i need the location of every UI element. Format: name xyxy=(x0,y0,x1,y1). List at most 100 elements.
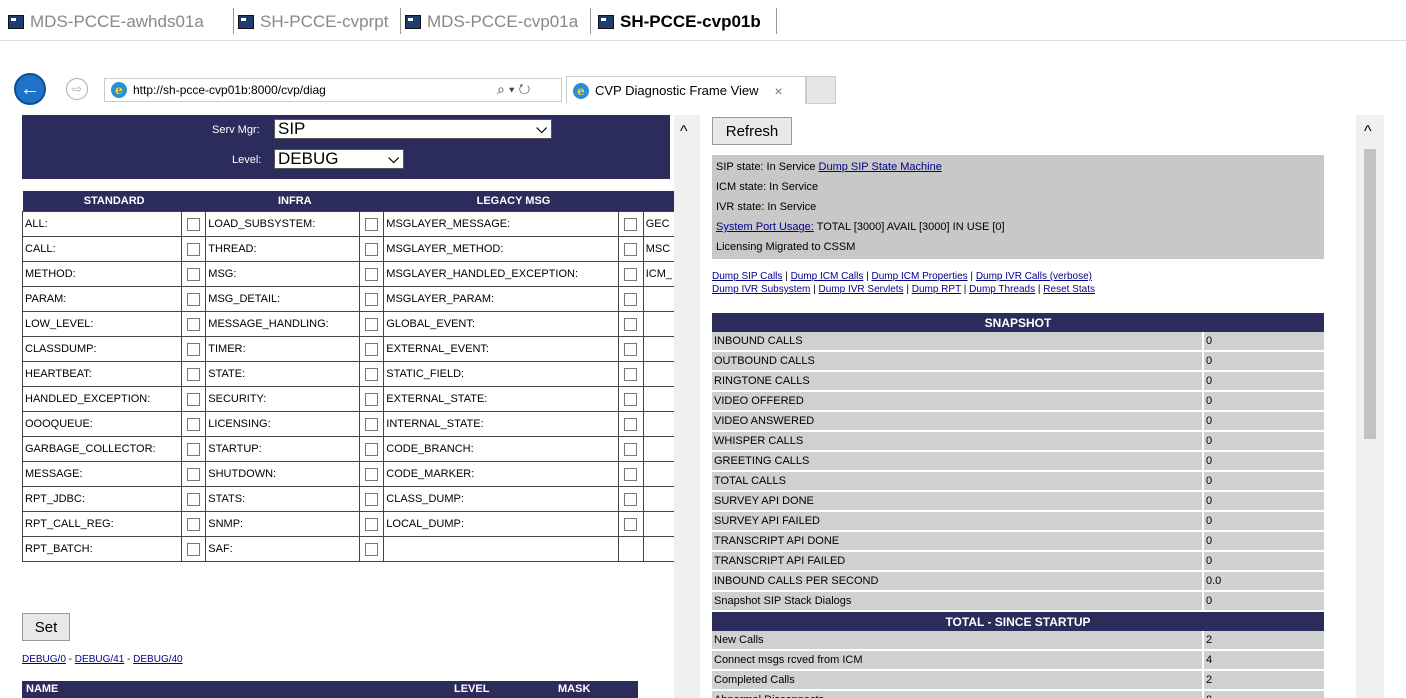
back-button[interactable]: ← xyxy=(14,73,46,105)
trace-checkbox[interactable] xyxy=(624,467,638,481)
checkbox-cell xyxy=(618,211,644,237)
dump-link[interactable]: Dump IVR Servlets xyxy=(819,284,904,295)
trace-checkbox[interactable] xyxy=(624,517,638,531)
level-header: LEVEL xyxy=(454,683,490,695)
checkbox-cell xyxy=(180,236,207,262)
level-select[interactable]: DEBUG ⌵ xyxy=(274,149,404,169)
dump-sip-state-machine-link[interactable]: Dump SIP State Machine xyxy=(819,161,942,173)
rdp-tab-awhds01a[interactable]: MDS-PCCE-awhds01a xyxy=(8,8,204,36)
serv-mgr-select[interactable]: SIP ⌵ xyxy=(274,119,552,139)
trace-checkbox[interactable] xyxy=(186,392,200,406)
trace-checkbox[interactable] xyxy=(624,442,638,456)
trace-option-label: LOCAL_DUMP: xyxy=(383,511,620,537)
trace-checkbox[interactable] xyxy=(364,492,378,506)
trace-checkbox[interactable] xyxy=(364,467,378,481)
trace-checkbox[interactable] xyxy=(364,417,378,431)
forward-button[interactable]: ⇨ xyxy=(66,78,88,100)
trace-option-label xyxy=(642,536,674,562)
trace-checkbox[interactable] xyxy=(186,342,200,356)
trace-option-label: RPT_BATCH: xyxy=(22,536,182,562)
trace-checkbox[interactable] xyxy=(186,467,200,481)
address-bar[interactable]: e http://sh-pcce-cvp01b:8000/cvp/diag ⌕ … xyxy=(104,78,562,102)
trace-checkbox[interactable] xyxy=(624,242,638,256)
trace-checkbox[interactable] xyxy=(364,392,378,406)
checkbox-cell xyxy=(618,361,644,387)
new-tab-button[interactable] xyxy=(806,76,836,104)
trace-checkbox[interactable] xyxy=(624,367,638,381)
trace-checkbox[interactable] xyxy=(186,317,200,331)
trace-checkbox[interactable] xyxy=(186,217,200,231)
dump-link[interactable]: Dump IVR Calls (verbose) xyxy=(976,271,1092,282)
trace-checkbox[interactable] xyxy=(364,267,378,281)
trace-checkbox[interactable] xyxy=(364,517,378,531)
trace-checkbox[interactable] xyxy=(186,292,200,306)
debug-41-link[interactable]: DEBUG/41 xyxy=(75,654,124,665)
scroll-up-icon[interactable]: ^ xyxy=(1364,123,1372,141)
dump-link[interactable]: Dump IVR Subsystem xyxy=(712,284,810,295)
debug-0-link[interactable]: DEBUG/0 xyxy=(22,654,66,665)
set-button[interactable]: Set xyxy=(22,613,70,641)
trace-option-label xyxy=(642,361,674,387)
trace-checkbox[interactable] xyxy=(364,217,378,231)
stat-row: Snapshot SIP Stack Dialogs 0 xyxy=(712,591,1324,612)
stat-row: OUTBOUND CALLS 0 xyxy=(712,351,1324,372)
trace-checkbox[interactable] xyxy=(186,542,200,556)
trace-option-label: CALL: xyxy=(22,236,182,262)
trace-checkbox[interactable] xyxy=(364,542,378,556)
trace-checkbox[interactable] xyxy=(364,367,378,381)
stat-name: Abnormal Disconnects xyxy=(712,690,1203,698)
search-refresh-icons[interactable]: ⌕ ▾ ↻ xyxy=(497,81,530,98)
trace-checkbox[interactable] xyxy=(364,342,378,356)
trace-checkbox[interactable] xyxy=(364,292,378,306)
dump-link[interactable]: Dump Threads xyxy=(969,284,1035,295)
dump-link[interactable]: Reset Stats xyxy=(1043,284,1095,295)
trace-checkbox[interactable] xyxy=(364,442,378,456)
trace-checkbox[interactable] xyxy=(624,292,638,306)
trace-checkbox[interactable] xyxy=(624,417,638,431)
trace-checkbox[interactable] xyxy=(186,517,200,531)
trace-checkbox[interactable] xyxy=(186,442,200,456)
dump-link[interactable]: Dump SIP Calls xyxy=(712,271,782,282)
dump-link[interactable]: Dump RPT xyxy=(912,284,961,295)
dump-link[interactable]: Dump ICM Calls xyxy=(791,271,864,282)
refresh-button[interactable]: Refresh xyxy=(712,117,792,145)
rdp-tab-cvp01a[interactable]: MDS-PCCE-cvp01a xyxy=(405,8,578,36)
right-frame-scrollbar[interactable]: ^ xyxy=(1356,115,1384,698)
stat-row: GREETING CALLS 0 xyxy=(712,451,1324,472)
scroll-up-icon[interactable]: ^ xyxy=(680,123,688,141)
scrollbar-thumb[interactable] xyxy=(1364,149,1376,439)
trace-checkbox[interactable] xyxy=(186,492,200,506)
stat-name: RINGTONE CALLS xyxy=(712,371,1203,392)
system-port-usage-link[interactable]: System Port Usage: xyxy=(716,221,814,233)
trace-checkbox[interactable] xyxy=(624,492,638,506)
dump-link[interactable]: Dump ICM Properties xyxy=(872,271,968,282)
rdp-tab-cvprpt[interactable]: SH-PCCE-cvprpt xyxy=(238,8,388,36)
trace-checkbox[interactable] xyxy=(186,367,200,381)
close-tab-icon[interactable]: × xyxy=(775,83,783,99)
rdp-tab-cvp01b[interactable]: SH-PCCE-cvp01b xyxy=(598,8,761,36)
trace-mask-table: STANDARD INFRA LEGACY MSG ALL: LOAD_SUBSY… xyxy=(22,191,674,562)
stat-value: 0 xyxy=(1202,451,1324,472)
trace-checkbox[interactable] xyxy=(624,342,638,356)
trace-checkbox[interactable] xyxy=(186,242,200,256)
trace-checkbox[interactable] xyxy=(624,267,638,281)
remote-desktop-icon xyxy=(405,15,421,29)
left-frame-scrollbar[interactable]: ^ xyxy=(674,115,700,698)
trace-checkbox[interactable] xyxy=(186,417,200,431)
trace-checkbox[interactable] xyxy=(624,217,638,231)
checkbox-cell xyxy=(358,311,385,337)
trace-mask-row: RPT_BATCH: SAF: xyxy=(22,536,674,562)
trace-mask-row: RPT_JDBC: STATS: CLASS_DUMP: xyxy=(22,486,674,512)
checkbox-cell xyxy=(180,411,207,437)
trace-checkbox[interactable] xyxy=(364,317,378,331)
trace-checkbox[interactable] xyxy=(624,392,638,406)
checkbox-cell xyxy=(618,436,644,462)
checkbox-cell xyxy=(358,336,385,362)
debug-40-link[interactable]: DEBUG/40 xyxy=(133,654,182,665)
trace-checkbox[interactable] xyxy=(624,317,638,331)
trace-checkbox[interactable] xyxy=(186,267,200,281)
stat-value: 0 xyxy=(1202,332,1324,352)
trace-checkbox[interactable] xyxy=(364,242,378,256)
browser-tab-cvp-diag[interactable]: e CVP Diagnostic Frame View × xyxy=(566,76,806,104)
stat-name: SURVEY API FAILED xyxy=(712,511,1203,532)
